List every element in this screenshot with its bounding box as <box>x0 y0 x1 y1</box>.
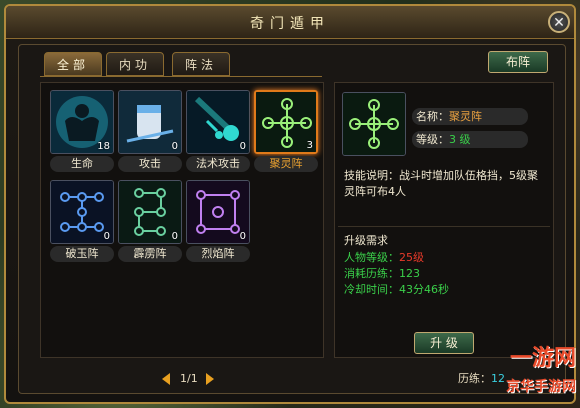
watermark-line2: 京华手游网 <box>506 379 576 395</box>
skill-tile-5[interactable]: 0 <box>50 180 114 244</box>
skill-level-badge: 0 <box>239 141 246 152</box>
skill-name-label: 生命 <box>50 156 114 172</box>
req-exp-label: 消耗历练： <box>344 267 399 280</box>
prev-page-arrow-icon[interactable] <box>162 373 170 385</box>
next-page-arrow-icon[interactable] <box>206 373 214 385</box>
skill-name-label: 攻击 <box>118 156 182 172</box>
skill-name-label: 破玉阵 <box>50 246 114 262</box>
skill-level-badge: 18 <box>97 141 110 152</box>
skill-name-label: 聚灵阵 <box>254 156 318 172</box>
title-bar: 奇门遁甲 ✕ <box>6 6 574 39</box>
page-indicator: 1/1 <box>180 372 198 385</box>
skill-name-field: 名称：聚灵阵 <box>412 108 528 125</box>
skill-tile-2[interactable]: 0 <box>118 90 182 154</box>
level-value: 3 级 <box>449 133 471 146</box>
cross-formation-icon <box>343 93 405 155</box>
skill-description: 技能说明：战斗时增加队伍格挡，5级聚灵阵可布4人 <box>344 168 544 200</box>
req-player-value: 25级 <box>399 251 424 264</box>
skill-level-badge: 3 <box>306 140 313 151</box>
req-player-level: 人物等级：25级 <box>344 249 424 265</box>
window-title: 奇门遁甲 <box>250 16 330 32</box>
name-label: 名称： <box>416 110 449 123</box>
level-label: 等级： <box>416 133 449 146</box>
close-button[interactable]: ✕ <box>548 11 570 33</box>
detail-divider <box>338 226 550 227</box>
tab-divider <box>40 76 322 77</box>
skill-name-label: 烈焰阵 <box>186 246 250 262</box>
req-exp-cost: 消耗历练：123 <box>344 265 420 281</box>
selected-skill-icon <box>342 92 406 156</box>
skill-level-badge: 0 <box>171 141 178 152</box>
req-cd-label: 冷却时间： <box>344 283 399 296</box>
tab-formations[interactable]: 阵法 <box>172 52 230 76</box>
skill-level-field: 等级：3 级 <box>412 131 528 148</box>
skill-tile-1[interactable]: 18 <box>50 90 114 154</box>
tab-neigong[interactable]: 内功 <box>106 52 164 76</box>
close-icon: ✕ <box>553 15 565 31</box>
skill-tile-4[interactable]: 3 <box>254 90 318 154</box>
req-cooldown: 冷却时间：43分46秒 <box>344 281 449 297</box>
skill-level-badge: 0 <box>103 231 110 242</box>
skill-tile-3[interactable]: 0 <box>186 90 250 154</box>
skill-tile-6[interactable]: 0 <box>118 180 182 244</box>
req-player-label: 人物等级： <box>344 251 399 264</box>
skill-tile-7[interactable]: 0 <box>186 180 250 244</box>
skill-name-label: 法术攻击 <box>186 156 250 172</box>
skill-level-badge: 0 <box>171 231 178 242</box>
req-cd-value: 43分46秒 <box>399 283 449 296</box>
req-exp-value: 123 <box>399 267 420 280</box>
watermark-line1: 一游网 <box>509 346 576 371</box>
skill-level-badge: 0 <box>239 231 246 242</box>
tab-all[interactable]: 全部 <box>44 52 102 76</box>
skill-name-label: 霹雳阵 <box>118 246 182 262</box>
name-value: 聚灵阵 <box>449 110 482 123</box>
upgrade-button[interactable]: 升 级 <box>414 332 474 354</box>
upgrade-requirements-title: 升级需求 <box>344 234 388 247</box>
site-watermark: 一游网 京华手游网 <box>486 340 580 408</box>
description-label: 技能说明： <box>344 169 399 182</box>
deploy-button[interactable]: 布阵 <box>488 51 548 73</box>
